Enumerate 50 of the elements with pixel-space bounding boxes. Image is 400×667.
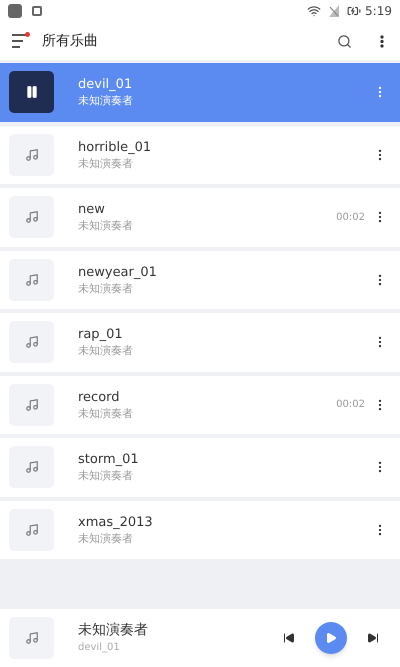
menu-button[interactable] bbox=[12, 34, 30, 48]
music-note-icon bbox=[9, 321, 54, 364]
next-icon bbox=[367, 632, 379, 644]
play-icon bbox=[325, 632, 337, 644]
song-row[interactable]: newyear_01 未知演奏者 bbox=[0, 250, 400, 309]
song-title: rap_01 bbox=[78, 326, 124, 344]
more-icon bbox=[380, 34, 384, 48]
music-note-icon bbox=[9, 446, 54, 488]
song-artist: 未知演奏者 bbox=[78, 468, 134, 484]
toolbar-title: 所有乐曲 bbox=[42, 32, 98, 50]
song-title: horrible_01 bbox=[78, 138, 152, 156]
search-icon bbox=[337, 34, 352, 48]
song-row[interactable]: horrible_01 未知演奏者 bbox=[0, 126, 400, 184]
pause-icon bbox=[9, 71, 54, 114]
song-row[interactable]: rap_01 未知演奏者 bbox=[0, 313, 400, 372]
battery-icon bbox=[347, 4, 362, 18]
song-row[interactable]: record 未知演奏者 00:02 bbox=[0, 376, 400, 434]
music-note-icon bbox=[9, 134, 54, 176]
song-title: xmas_2013 bbox=[78, 514, 154, 531]
previous-icon bbox=[283, 632, 295, 644]
song-artist: 未知演奏者 bbox=[78, 218, 134, 234]
app-notification-icon bbox=[32, 6, 42, 16]
music-note-icon bbox=[9, 617, 54, 659]
song-artist: 未知演奏者 bbox=[78, 406, 134, 421]
song-row[interactable]: xmas_2013 未知演奏者 bbox=[0, 500, 400, 559]
song-title: record bbox=[78, 388, 121, 406]
song-row[interactable]: new 未知演奏者 00:02 bbox=[0, 188, 400, 246]
song-row[interactable]: storm_01 未知演奏者 bbox=[0, 438, 400, 496]
player-title: 未知演奏者 bbox=[78, 621, 149, 640]
song-artist: 未知演奏者 bbox=[78, 93, 134, 108]
song-artist: 未知演奏者 bbox=[78, 156, 134, 171]
no-signal-icon bbox=[329, 5, 340, 17]
song-artist: 未知演奏者 bbox=[78, 280, 134, 296]
play-button[interactable] bbox=[315, 622, 347, 654]
status-time: 5:19 bbox=[365, 3, 392, 20]
music-note-icon bbox=[9, 384, 54, 426]
song-duration: 00:02 bbox=[336, 210, 365, 225]
music-note-icon bbox=[9, 258, 54, 301]
player-subtitle: devil_01 bbox=[78, 641, 121, 655]
song-title: newyear_01 bbox=[78, 264, 158, 281]
music-note-icon bbox=[9, 508, 54, 551]
song-title: new bbox=[78, 201, 106, 218]
song-title: storm_01 bbox=[78, 451, 140, 468]
music-note-icon bbox=[9, 196, 54, 238]
app-notification-icon bbox=[8, 4, 22, 18]
song-duration: 00:02 bbox=[336, 398, 365, 412]
song-title: devil_01 bbox=[78, 76, 134, 94]
song-artist: 未知演奏者 bbox=[78, 530, 134, 546]
wifi-icon bbox=[307, 4, 322, 18]
song-artist: 未知演奏者 bbox=[78, 343, 134, 358]
